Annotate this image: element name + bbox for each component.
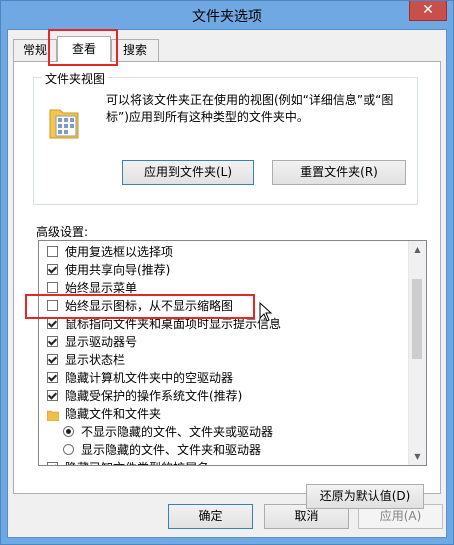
folder-views-description: 可以将该文件夹正在使用的视图(例如“详细信息”或“图 标”)应用到所有这种类型的… [106,92,393,126]
folder-icon [46,408,60,422]
view-tab-panel: 文件夹视图 可以将该文件夹正在使用的视图(例如“详细信息”或“图 标”)应用到所… [13,61,441,509]
checkbox[interactable] [47,264,58,275]
tab-highlight-box [48,29,118,66]
list-scrollbar[interactable]: ▲ ▼ [408,241,426,465]
checkbox[interactable] [47,462,58,465]
close-button[interactable]: ✕ [409,1,447,21]
folder-views-description-line1: 可以将该文件夹正在使用的视图(例如“详细信息”或“图 [106,93,394,107]
checkbox[interactable] [47,336,58,347]
item-highlight-box [25,294,255,319]
advanced-item-label: 不显示隐藏的文件、文件夹或驱动器 [81,425,274,439]
title-bar[interactable]: 文件夹选项 ✕ [1,1,453,29]
apply-to-folders-button[interactable]: 应用到文件夹(L) [122,160,254,185]
scroll-thumb[interactable] [412,279,422,359]
advanced-item-label: 使用共享向导(推荐) [65,263,171,277]
radio-button[interactable] [63,426,74,437]
advanced-settings-label: 高级设置: [36,225,89,239]
checkbox[interactable] [47,390,58,401]
checkbox[interactable] [47,354,58,365]
folder-views-title: 文件夹视图 [42,70,109,87]
window-title: 文件夹选项 [192,9,262,25]
advanced-item-label: 使用复选框以选择项 [65,245,174,259]
reset-folders-button[interactable]: 重置文件夹(R) [272,160,406,185]
ok-button[interactable]: 确定 [168,504,253,529]
tab-search[interactable]: 搜索 [111,39,159,61]
restore-defaults-button[interactable]: 还原为默认值(D) [306,484,424,509]
checkbox[interactable] [47,246,58,257]
mouse-cursor-icon [259,301,273,322]
advanced-item-label: 隐藏计算机文件夹中的空驱动器 [65,371,234,385]
checkbox[interactable] [47,372,58,383]
checkbox[interactable] [47,318,58,329]
advanced-settings-list[interactable]: 使用复选框以选择项 使用共享向导(推荐) 始终显示菜单 始终显示图标，从不显示缩略图鼠… [38,240,427,466]
folder-views-description-line2: 标”)应用到所有这种类型的文件夹中。 [106,110,309,124]
advanced-item-label: 显示隐藏的文件、文件夹和驱动器 [81,443,262,457]
advanced-item-label: 隐藏文件和文件夹 [65,407,162,421]
advanced-item-label: 显示驱动器号 [65,335,138,349]
radio-button[interactable] [63,444,74,455]
checkbox[interactable] [47,282,58,293]
advanced-item-label: 隐藏受保护的操作系统文件(推荐) [65,389,243,403]
scroll-up-arrow-icon[interactable]: ▲ [409,241,426,258]
advanced-item-label: 隐藏已知文件类型的扩展名 [65,459,209,465]
folder-view-icon [48,104,82,142]
folder-options-window: 文件夹选项 ✕ 常规 查看 搜索 文件夹视图 可以将该文件夹正在使用的视图(例如… [0,0,454,545]
dialog-body: 常规 查看 搜索 文件夹视图 可以将该文件夹正在使用的视图(例如“详细信息”或“… [7,29,447,538]
scroll-down-arrow-icon[interactable]: ▼ [409,448,426,465]
advanced-item-label: 显示状态栏 [65,353,126,367]
folder-views-group: 文件夹视图 可以将该文件夹正在使用的视图(例如“详细信息”或“图 标”)应用到所… [33,70,418,205]
